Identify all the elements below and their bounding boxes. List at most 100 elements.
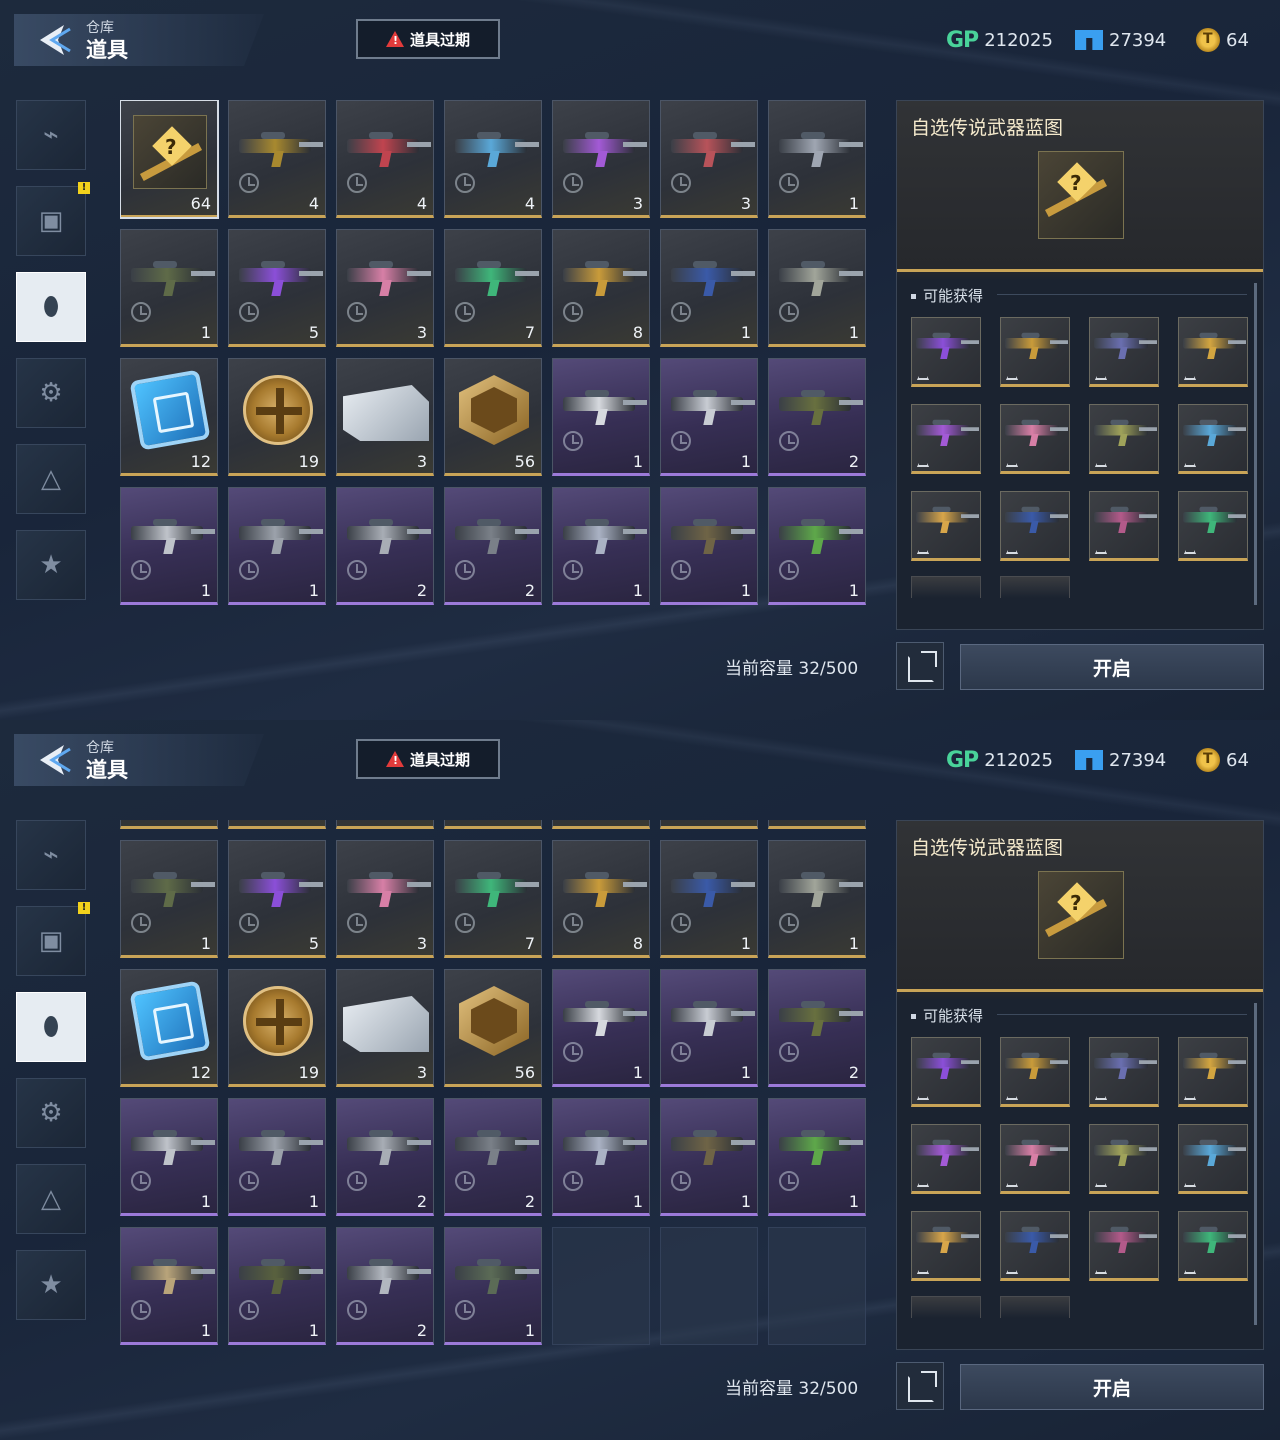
inventory-item[interactable]: 1 [768,229,866,347]
inventory-item[interactable]: 1 [552,487,650,605]
inventory-item[interactable]: 2 [336,1098,434,1216]
inventory-item[interactable]: 3 [336,358,434,476]
inventory-item[interactable]: 4 [228,100,326,218]
possible-reward-item[interactable] [1000,491,1070,561]
inventory-item[interactable]: 1 [228,1227,326,1345]
possible-reward-item[interactable] [1178,491,1248,561]
inventory-item[interactable]: 1 [768,487,866,605]
inventory-item[interactable]: 7 [444,840,542,958]
inventory-item[interactable]: 1 [660,229,758,347]
tab-weapons[interactable]: ⌁ [16,820,86,890]
back-button[interactable]: 仓库 道具 [14,14,264,66]
possible-reward-item[interactable] [1178,1037,1248,1107]
possible-reward-item[interactable] [1000,317,1070,387]
inventory-item[interactable]: 3 [336,229,434,347]
possible-reward-item[interactable] [1000,1124,1070,1194]
inventory-item[interactable]: 1 [120,1098,218,1216]
possible-reward-item[interactable] [1178,317,1248,387]
back-button[interactable]: 仓库 道具 [14,734,264,786]
tab-items[interactable]: ⬮ [16,992,86,1062]
possible-reward-item[interactable] [911,1037,981,1107]
inventory-item[interactable]: 2 [444,1098,542,1216]
inventory-item[interactable]: 1 [660,358,758,476]
tab-badges[interactable]: ★ [16,1250,86,1320]
inventory-item[interactable]: 56 [444,358,542,476]
inventory-item[interactable]: 1 [768,1098,866,1216]
inventory-item[interactable]: 5 [228,229,326,347]
tab-badges[interactable]: ★ [16,530,86,600]
tab-weapons[interactable]: ⌁ [16,100,86,170]
inventory-item[interactable]: 3 [552,100,650,218]
inventory-item[interactable]: ? 64 [120,100,219,219]
inventory-item[interactable]: 1 [768,100,866,218]
inventory-item[interactable]: 19 [228,358,326,476]
inventory-item[interactable]: 2 [768,358,866,476]
possible-reward-item[interactable] [1089,317,1159,387]
inventory-item[interactable]: 2 [768,969,866,1087]
tab-gun-parts[interactable]: ⚙ [16,1078,86,1148]
inventory-item[interactable]: 2 [444,487,542,605]
inventory-item[interactable]: 4 [336,100,434,218]
share-button[interactable] [896,642,944,690]
inventory-item[interactable]: 1 [660,1098,758,1216]
inventory-item[interactable]: 3 [552,820,650,829]
inventory-item[interactable]: 1 [120,840,218,958]
inventory-item[interactable]: 3 [660,820,758,829]
inventory-item[interactable]: 12 [120,358,218,476]
rewards-scrollbar[interactable] [1254,283,1257,605]
possible-reward-item[interactable] [1000,1037,1070,1107]
rewards-scrollbar[interactable] [1254,1003,1257,1325]
inventory-item[interactable]: 1 [552,969,650,1087]
inventory-item[interactable]: 4 [228,820,326,829]
inventory-item[interactable]: 5 [228,840,326,958]
possible-reward-item[interactable] [1089,1211,1159,1281]
share-button[interactable] [896,1362,944,1410]
inventory-item[interactable]: 12 [120,969,218,1087]
possible-reward-item[interactable] [1178,404,1248,474]
inventory-item[interactable]: 1 [552,358,650,476]
inventory-item[interactable]: 7 [444,229,542,347]
inventory-item[interactable]: 1 [120,487,218,605]
inventory-item[interactable]: 3 [660,100,758,218]
possible-reward-item[interactable] [1178,1211,1248,1281]
inventory-item[interactable]: 64 [120,820,218,829]
inventory-item[interactable]: 1 [120,229,218,347]
inventory-item[interactable]: 1 [228,1098,326,1216]
possible-reward-item[interactable] [1089,491,1159,561]
possible-reward-item[interactable] [911,1211,981,1281]
tab-items[interactable]: ⬮ [16,272,86,342]
open-button[interactable]: 开启 [960,644,1264,690]
possible-reward-item[interactable] [1089,1124,1159,1194]
possible-reward-item[interactable] [1089,404,1159,474]
inventory-item[interactable]: 1 [660,487,758,605]
tab-frames[interactable]: ▣! [16,902,90,976]
inventory-item[interactable]: 3 [336,969,434,1087]
inventory-item[interactable]: 1 [120,1227,218,1345]
inventory-item[interactable]: 1 [444,1227,542,1345]
tab-gun-parts[interactable]: ⚙ [16,358,86,428]
inventory-item[interactable]: 1 [660,969,758,1087]
possible-reward-item[interactable] [911,491,981,561]
tab-frames[interactable]: ▣! [16,182,90,256]
possible-reward-item[interactable] [911,1124,981,1194]
possible-reward-item[interactable] [911,317,981,387]
inventory-item[interactable]: 2 [336,487,434,605]
inventory-item[interactable]: 8 [552,840,650,958]
inventory-item[interactable]: 1 [552,1098,650,1216]
expired-items-button[interactable]: 道具过期 [356,739,500,779]
possible-reward-item[interactable] [1178,1124,1248,1194]
possible-reward-item[interactable] [1089,1037,1159,1107]
inventory-item[interactable]: 1 [228,487,326,605]
inventory-item[interactable]: 1 [768,840,866,958]
inventory-item[interactable]: 3 [336,840,434,958]
inventory-item[interactable]: 8 [552,229,650,347]
expired-items-button[interactable]: 道具过期 [356,19,500,59]
tab-blueprints[interactable]: △ [16,444,86,514]
inventory-item[interactable]: 56 [444,969,542,1087]
tab-blueprints[interactable]: △ [16,1164,86,1234]
inventory-item[interactable]: 19 [228,969,326,1087]
inventory-item[interactable]: 4 [336,820,434,829]
inventory-item[interactable]: 4 [444,100,542,218]
inventory-item[interactable]: 2 [336,1227,434,1345]
inventory-item[interactable]: 4 [444,820,542,829]
